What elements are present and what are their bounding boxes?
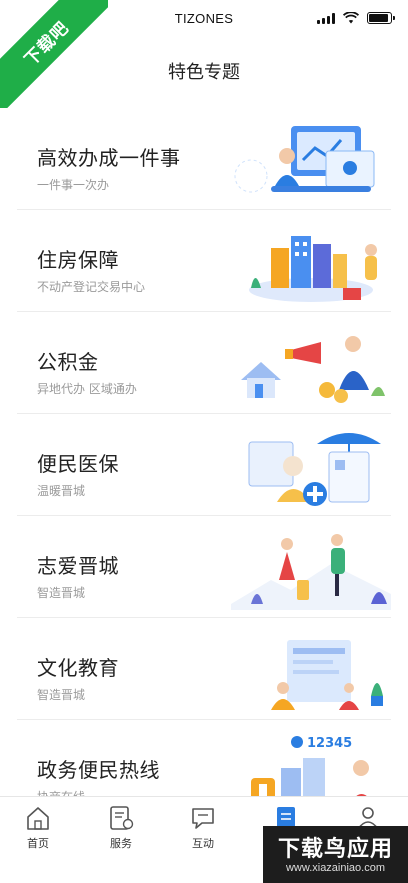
topic-list: 高效办成一件事 一件事一次办 住房保障 不动产登记交易中心 公积金 异地代办 区… — [17, 108, 391, 798]
tab-label: 首页 — [27, 837, 49, 850]
service-icon — [110, 806, 134, 830]
topic-card-fund[interactable]: 公积金 异地代办 区域通办 — [17, 312, 391, 414]
topic-title: 便民医保 — [37, 452, 119, 476]
status-icons — [317, 12, 395, 24]
topic-title: 高效办成一件事 — [37, 146, 181, 170]
travel-volunteer-illustration — [231, 534, 391, 610]
tab-label: 互动 — [192, 837, 214, 850]
topic-title: 文化教育 — [37, 656, 119, 680]
tab-home[interactable]: 首页 — [8, 805, 68, 851]
hotline-12345-illustration: 12345 — [251, 736, 370, 798]
watermark-ribbon-text: 下载吧 — [20, 17, 73, 70]
office-worker-illustration — [234, 126, 375, 193]
wifi-icon — [343, 12, 359, 24]
battery-icon — [367, 12, 395, 24]
medical-insurance-illustration — [248, 433, 381, 506]
topic-title: 志爱晋城 — [37, 554, 119, 578]
signal-icon — [317, 12, 335, 24]
topic-subtitle: 不动产登记交易中心 — [37, 280, 146, 294]
topic-title: 住房保障 — [37, 248, 119, 272]
chat-icon — [192, 808, 214, 829]
topic-subtitle: 智造晋城 — [37, 586, 86, 600]
topic-card-efficient[interactable]: 高效办成一件事 一件事一次办 — [17, 108, 391, 210]
topic-card-housing[interactable]: 住房保障 不动产登记交易中心 — [17, 210, 391, 312]
watermark-ribbon: 下载吧 — [0, 0, 108, 108]
topic-subtitle: 一件事一次办 — [37, 178, 110, 192]
city-housing-illustration — [249, 236, 377, 302]
education-reading-illustration — [271, 640, 383, 710]
tab-label: 服务 — [110, 837, 132, 850]
watermark-title: 下载鸟应用 — [277, 837, 393, 862]
topic-subtitle: 异地代办 区域通办 — [37, 382, 137, 396]
topic-card-medical[interactable]: 便民医保 温暖晋城 — [17, 414, 391, 516]
topic-subtitle: 温暖晋城 — [37, 484, 86, 498]
topic-title: 公积金 — [37, 350, 99, 374]
home-icon — [27, 807, 49, 830]
topic-card-hotline[interactable]: 政务便民热线 协商在线 12345 — [17, 720, 391, 798]
topic-card-volunteer[interactable]: 志爱晋城 智造晋城 — [17, 516, 391, 618]
watermark-url: www.xiazainiao.com — [285, 862, 386, 874]
tab-service[interactable]: 服务 — [91, 805, 151, 851]
topic-card-education[interactable]: 文化教育 智造晋城 — [17, 618, 391, 720]
topic-title: 政务便民热线 — [37, 758, 160, 782]
fund-house-illustration — [241, 336, 385, 403]
tab-interact[interactable]: 互动 — [173, 805, 233, 851]
topic-subtitle: 智造晋城 — [37, 688, 86, 702]
hotline-badge: 12345 — [307, 736, 352, 751]
watermark-box: 下载鸟应用 www.xiazainiao.com — [263, 826, 408, 883]
